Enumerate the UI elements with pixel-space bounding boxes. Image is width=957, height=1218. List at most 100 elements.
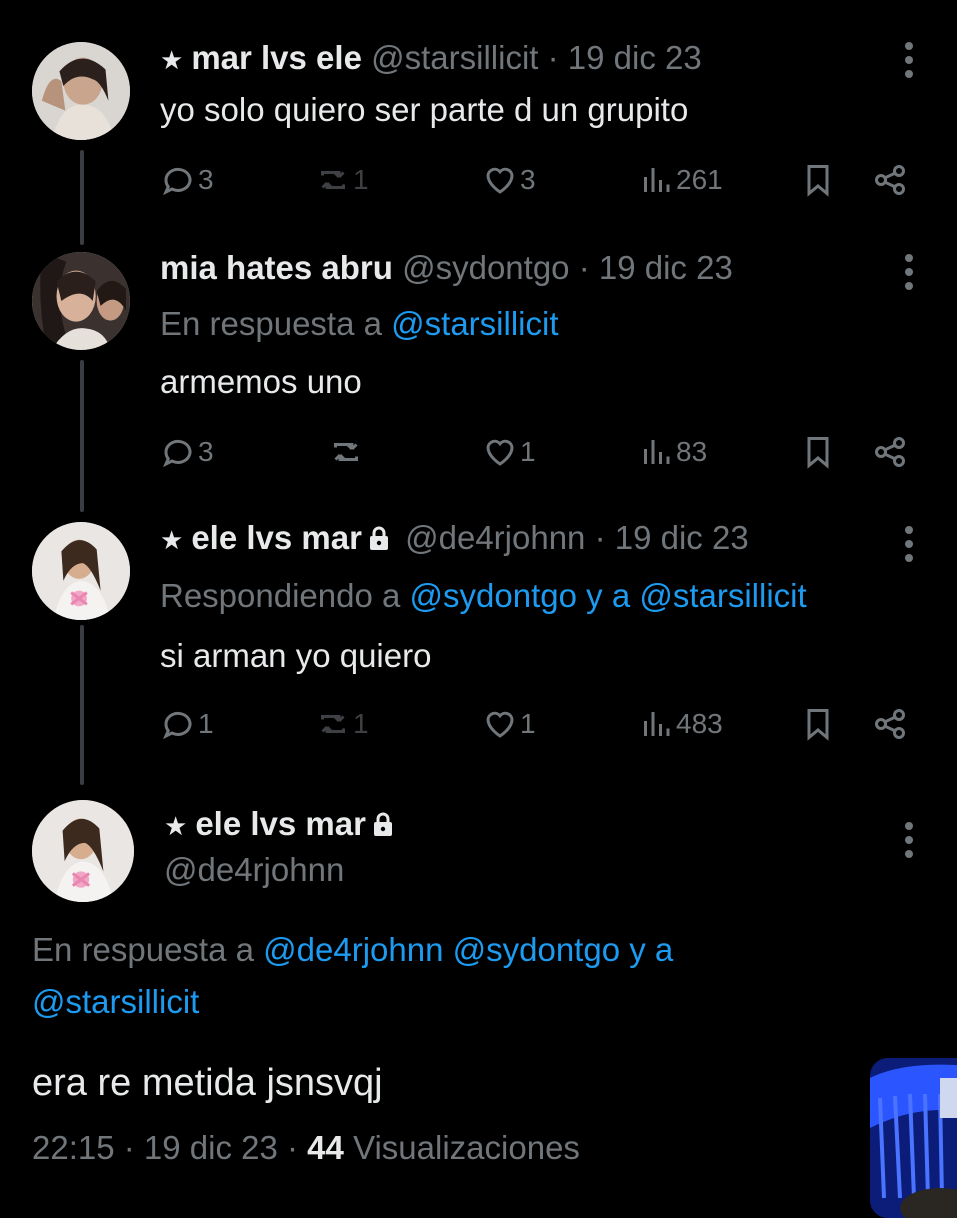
reply-prefix: Respondiendo a — [160, 577, 401, 614]
star-icon: ★ — [160, 45, 184, 75]
reply-mention[interactable]: @starsillicit — [391, 305, 558, 342]
tweet-text: era re metida jsnsvqj — [32, 1062, 383, 1104]
handle[interactable]: @starsillicit — [371, 39, 538, 76]
reply-icon — [163, 439, 192, 468]
retweet-button[interactable]: 1 — [315, 160, 369, 200]
date[interactable]: · 19 dic 23 — [579, 249, 733, 286]
views-count: 83 — [676, 436, 708, 467]
share-icon — [875, 165, 905, 195]
like-count: 1 — [520, 708, 536, 739]
views-count: 261 — [676, 164, 723, 195]
share-button[interactable] — [872, 432, 908, 472]
views-icon — [644, 440, 670, 464]
reply-mention[interactable]: @sydontgo y a @starsillicit — [410, 577, 807, 614]
display-name[interactable]: ele lvs mar — [191, 519, 362, 556]
date[interactable]: · 19 dic 23 — [595, 519, 749, 556]
reply-icon — [163, 711, 192, 740]
retweet-icon — [321, 171, 345, 189]
like-icon — [486, 439, 514, 466]
handle[interactable]: @de4rjohnn — [164, 850, 344, 890]
main-header: ★ ele lvs mar — [164, 804, 400, 846]
timestamp[interactable]: 22:15 · 19 dic 23 · — [32, 1129, 298, 1166]
reply-context: En respuesta a @starsillicit — [160, 304, 559, 344]
tweet-header: mia hates abru @sydontgo · 19 dic 23 — [160, 248, 733, 288]
bookmark-icon — [807, 165, 829, 197]
avatar[interactable] — [32, 800, 134, 902]
main-tweet: ★ ele lvs mar @de4rjohnn En respuesta a @… — [0, 790, 957, 1200]
retweet-button[interactable] — [328, 432, 366, 472]
reply-prefix: En respuesta a — [32, 931, 254, 968]
like-icon — [486, 167, 514, 194]
views-button[interactable]: 83 — [638, 432, 707, 472]
action-bar: 3 1 3 261 — [160, 160, 920, 200]
avatar[interactable] — [32, 42, 130, 140]
lock-icon — [369, 526, 388, 550]
action-bar: 3 1 83 — [160, 432, 920, 472]
reply-mention[interactable]: @de4rjohnn @sydontgo y a — [263, 931, 673, 968]
tweet-text: armemos uno — [160, 363, 362, 400]
tweet-meta: 22:15 · 19 dic 23 · 44 Visualizaciones — [32, 1128, 580, 1168]
retweet-count: 1 — [353, 708, 369, 739]
reply-button[interactable]: 3 — [160, 160, 214, 200]
views-label: Visualizaciones — [353, 1129, 580, 1166]
bookmark-icon — [807, 437, 829, 469]
like-count: 3 — [520, 164, 536, 195]
handle[interactable]: @sydontgo — [402, 249, 569, 286]
floating-media-thumbnail[interactable] — [870, 1058, 957, 1218]
reply-count: 1 — [198, 708, 214, 739]
share-icon — [875, 437, 905, 467]
reply-prefix: En respuesta a — [160, 305, 382, 342]
date[interactable]: · 19 dic 23 — [548, 39, 702, 76]
reply-button[interactable]: 1 — [160, 704, 214, 744]
views-button[interactable]: 483 — [638, 704, 723, 744]
like-icon — [486, 711, 514, 738]
reply-count: 3 — [198, 164, 214, 195]
action-bar: 1 1 1 483 — [160, 704, 920, 744]
star-icon: ★ — [160, 525, 184, 555]
reply-mention[interactable]: @starsillicit — [32, 982, 199, 1022]
retweet-count: 1 — [353, 164, 369, 195]
bookmark-button[interactable] — [800, 432, 836, 472]
views-count: 483 — [676, 708, 723, 739]
more-icon[interactable] — [903, 40, 915, 80]
share-button[interactable] — [872, 704, 908, 744]
more-icon[interactable] — [903, 820, 915, 860]
retweet-icon — [321, 715, 345, 733]
views-icon — [644, 168, 670, 192]
lock-icon — [373, 812, 392, 836]
handle[interactable]: @de4rjohnn — [405, 519, 585, 556]
views-icon — [644, 712, 670, 736]
display-name[interactable]: ele lvs mar — [195, 805, 366, 842]
reply-context: Respondiendo a @sydontgo y a @starsillic… — [160, 576, 807, 616]
retweet-icon — [334, 443, 358, 461]
tweet-text: si arman yo quiero — [160, 637, 432, 674]
views-button[interactable]: 261 — [638, 160, 723, 200]
reply-icon — [163, 167, 192, 196]
tweet-header: ★ ele lvs mar @de4rjohnn · 19 dic 23 — [160, 518, 749, 560]
avatar[interactable] — [32, 252, 130, 350]
more-icon[interactable] — [903, 524, 915, 564]
display-name[interactable]: mia hates abru — [160, 249, 393, 286]
bookmark-button[interactable] — [800, 704, 836, 744]
more-icon[interactable] — [903, 252, 915, 292]
tweet[interactable]: ★ ele lvs mar @de4rjohnn · 19 dic 23 Resp… — [0, 510, 957, 770]
like-button[interactable]: 1 — [482, 432, 536, 472]
tweet[interactable]: ★ mar lvs ele @starsillicit · 19 dic 23 y… — [0, 0, 957, 230]
tweet-text: yo solo quiero ser parte d un grupito — [160, 91, 689, 128]
share-icon — [875, 709, 905, 739]
bookmark-button[interactable] — [800, 160, 836, 200]
tweet[interactable]: mia hates abru @sydontgo · 19 dic 23 En … — [0, 240, 957, 500]
display-name[interactable]: mar lvs ele — [191, 39, 362, 76]
retweet-button[interactable]: 1 — [315, 704, 369, 744]
reply-button[interactable]: 3 — [160, 432, 214, 472]
tweet-header: ★ mar lvs ele @starsillicit · 19 dic 23 — [160, 38, 702, 80]
share-button[interactable] — [872, 160, 908, 200]
reply-count: 3 — [198, 436, 214, 467]
star-icon: ★ — [164, 811, 188, 841]
views-count: 44 — [307, 1129, 344, 1166]
avatar[interactable] — [32, 522, 130, 620]
like-button[interactable]: 3 — [482, 160, 536, 200]
like-count: 1 — [520, 436, 536, 467]
like-button[interactable]: 1 — [482, 704, 536, 744]
reply-context: En respuesta a @de4rjohnn @sydontgo y a — [32, 930, 673, 970]
